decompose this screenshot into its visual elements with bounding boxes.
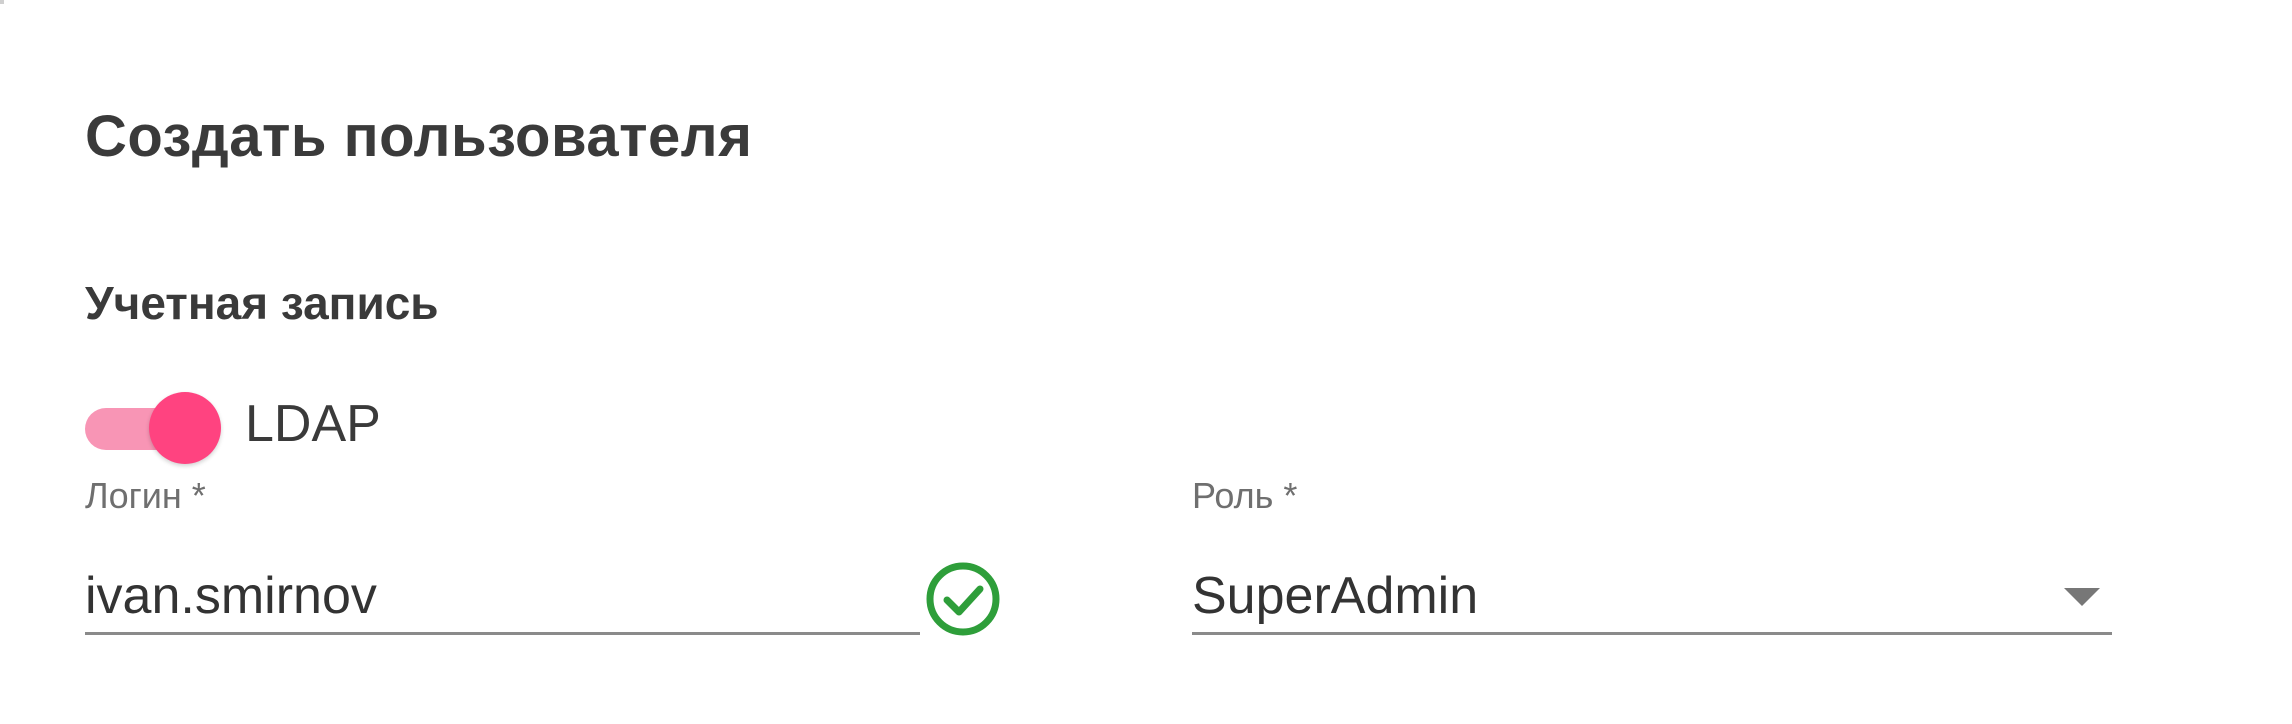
dialog-title: Создать пользователя: [85, 104, 753, 169]
chevron-down-icon[interactable]: [2064, 588, 2100, 608]
create-user-dialog: Создать пользователя Учетная запись LDAP…: [0, 0, 2292, 724]
ldap-toggle[interactable]: [85, 392, 221, 464]
ldap-toggle-label[interactable]: LDAP: [245, 398, 381, 450]
role-select[interactable]: SuperAdmin: [1192, 570, 1478, 622]
toggle-thumb: [149, 392, 221, 464]
role-underline: [1192, 632, 2112, 635]
check-circle-icon: [926, 562, 1000, 636]
login-underline: [85, 632, 920, 635]
login-label: Логин *: [85, 475, 206, 516]
login-input[interactable]: ivan.smirnov: [85, 570, 377, 622]
section-title: Учетная запись: [85, 277, 439, 329]
role-label: Роль *: [1192, 475, 1298, 516]
corner-mark: [0, 0, 4, 4]
